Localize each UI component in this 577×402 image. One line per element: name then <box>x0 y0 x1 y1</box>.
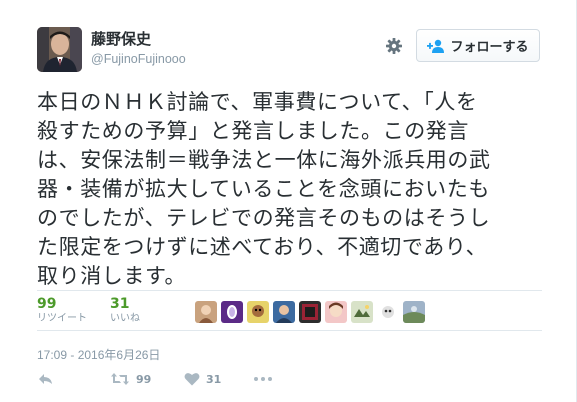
follow-button-label: フォローする <box>450 40 529 55</box>
tweet-text-line: た限定をつけずに述べており、不適切であり、 <box>37 235 488 259</box>
liker-avatar[interactable] <box>273 301 295 323</box>
user-handle[interactable]: @FujinoFujinooo <box>91 51 186 67</box>
divider <box>37 330 542 331</box>
like-button[interactable]: 31 <box>184 372 221 386</box>
like-count: 31 <box>110 296 130 312</box>
avatar[interactable] <box>37 27 82 72</box>
more-icon <box>254 377 272 381</box>
follow-user-icon <box>427 39 445 53</box>
liker-avatars <box>195 301 429 323</box>
tweet-timestamp[interactable]: 17:09 - 2016年6月26日 <box>37 346 160 363</box>
liker-avatar[interactable] <box>299 301 321 323</box>
follow-button[interactable]: フォローする <box>416 29 540 62</box>
liker-avatar[interactable] <box>377 301 399 323</box>
liker-avatar[interactable] <box>325 301 347 323</box>
liker-avatar[interactable] <box>195 301 217 323</box>
retweet-action-count: 99 <box>136 372 152 386</box>
reply-icon <box>39 374 52 384</box>
tweet-text-line: 殺すための予算」と発言しました。この発言 <box>37 119 469 143</box>
retweet-label: リツイート <box>37 313 87 324</box>
more-button[interactable] <box>253 372 273 386</box>
liker-avatar[interactable] <box>351 301 373 323</box>
like-stat[interactable]: 31 いいね <box>110 296 140 325</box>
tweet-text-line: は、安保法制＝戦争法と一体に海外派兵用の武 <box>37 148 491 172</box>
tweet-text-line: 器・装備が拡大していることを念頭においたも <box>37 177 490 201</box>
tweet-text-line: のでしたが、テレビでの発言そのものはそうし <box>37 206 491 230</box>
tweet-card: 藤野保史 @FujinoFujinooo フォローする 本日のＮＨＫ討論で、軍事… <box>0 0 577 402</box>
reply-button[interactable] <box>38 372 54 386</box>
divider <box>37 290 542 291</box>
like-action-count: 31 <box>206 372 222 386</box>
liker-avatar[interactable] <box>221 301 243 323</box>
retweet-button[interactable]: 99 <box>110 372 151 386</box>
gear-icon[interactable] <box>384 36 404 56</box>
display-name[interactable]: 藤野保史 <box>91 30 151 48</box>
retweet-stat[interactable]: 99 リツイート <box>37 296 87 325</box>
liker-avatar[interactable] <box>247 301 269 323</box>
retweet-count: 99 <box>37 296 57 312</box>
tweet-text: 本日のＮＨＫ討論で、軍事費について、「人を 殺すための予算」と発言しました。この… <box>37 88 542 291</box>
liker-avatar[interactable] <box>403 301 425 323</box>
retweet-icon <box>111 373 129 385</box>
like-heart-icon <box>184 373 200 386</box>
tweet-text-line: 取り消します。 <box>37 264 187 288</box>
tweet-text-line: 本日のＮＨＫ討論で、軍事費について、「人を <box>37 90 478 114</box>
like-label: いいね <box>110 313 140 324</box>
